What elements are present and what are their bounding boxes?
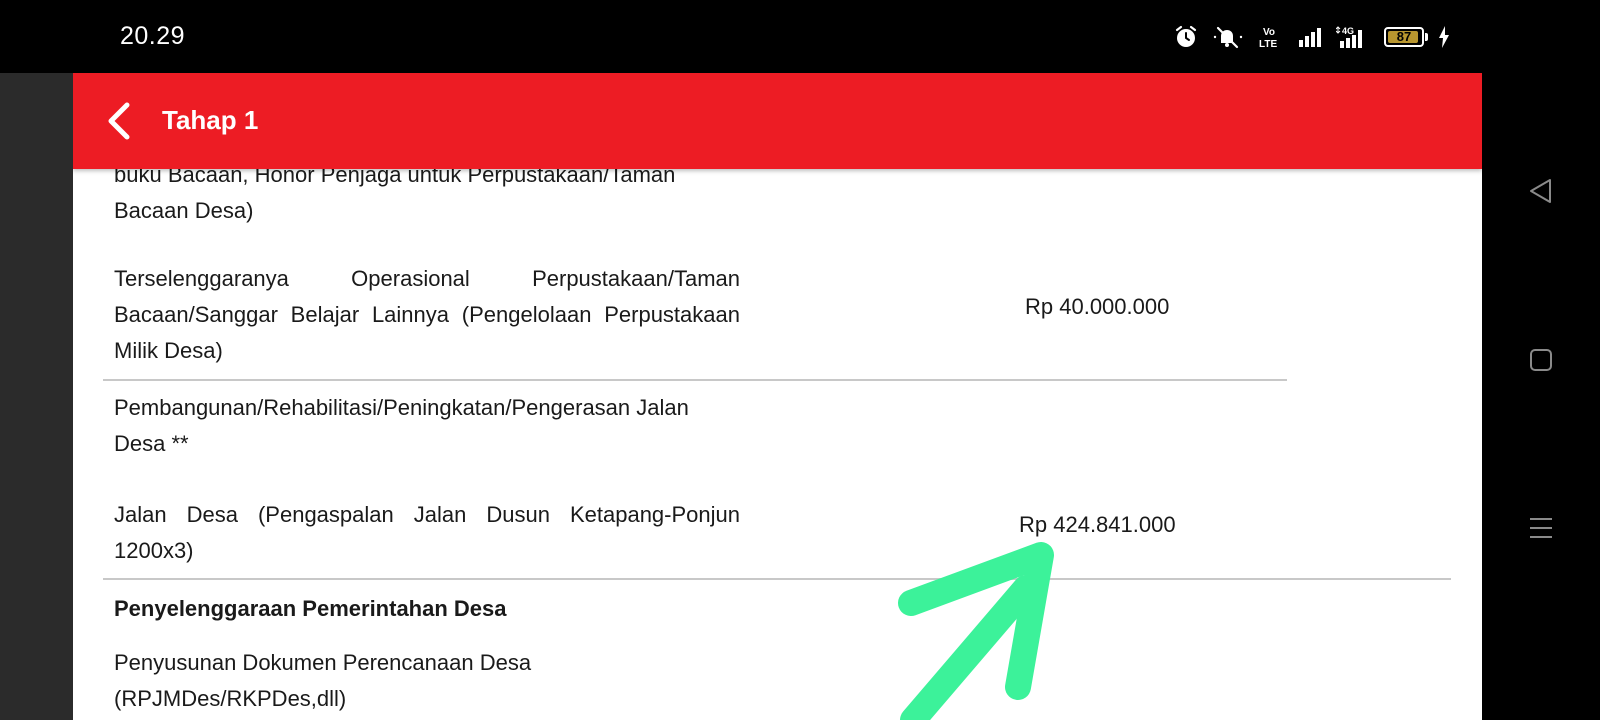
list-item-heading: Pembangunan/Rehabilitasi/Peningkatan/Pen… [114,395,689,456]
menu-lines-icon [1530,518,1552,538]
nav-recents-button[interactable] [1516,503,1566,553]
list-item-description: Penyusunan Dokumen Perencanaan Desa (RPJ… [114,650,532,711]
section-title: Penyelenggaraan Pemerintahan Desa [114,596,507,621]
volte-icon: Vo LTE [1258,25,1284,49]
svg-text:4G: 4G [1342,26,1354,36]
4g-signal-icon: 4G [1336,25,1370,49]
chevron-left-icon [108,102,130,140]
status-time: 20.29 [120,22,186,50]
svg-text:LTE: LTE [1259,39,1277,49]
app-header: Tahap 1 [73,73,1482,169]
app-screen: buku Bacaan, Honor Penjaga untuk Perpust… [73,73,1482,720]
status-bar: 20.29 Vo LTE 4G 87 [0,0,1600,73]
left-edge-strip [0,73,73,720]
alarm-icon [1174,25,1198,49]
battery-icon: 87 [1384,27,1428,47]
system-nav-bar [1482,73,1600,720]
nav-home-button[interactable] [1516,335,1566,385]
list-item-description: Jalan Desa (Pengaspalan Jalan Dusun Keta… [114,502,740,563]
list-item-amount: Rp 424.841.000 [1019,512,1176,537]
divider [103,379,1287,381]
nav-back-button[interactable] [1516,166,1566,216]
back-button[interactable] [97,99,141,143]
list-item-description: Terselenggaranya Operasional Perpustakaa… [114,266,740,363]
status-icons: Vo LTE 4G 87 [1174,24,1450,50]
divider [103,578,1451,580]
signal-icon [1298,26,1322,48]
item1-line2: Bacaan Desa) [114,198,254,223]
home-square-icon [1530,349,1552,371]
mute-icon [1212,25,1244,49]
charging-icon [1438,26,1450,48]
battery-level: 87 [1396,29,1412,44]
page-title: Tahap 1 [162,105,259,135]
list-item-amount: Rp 40.000.000 [1025,294,1170,319]
svg-text:Vo: Vo [1263,27,1275,38]
content-list[interactable]: buku Bacaan, Honor Penjaga untuk Perpust… [73,73,1482,720]
back-triangle-icon [1530,179,1551,203]
